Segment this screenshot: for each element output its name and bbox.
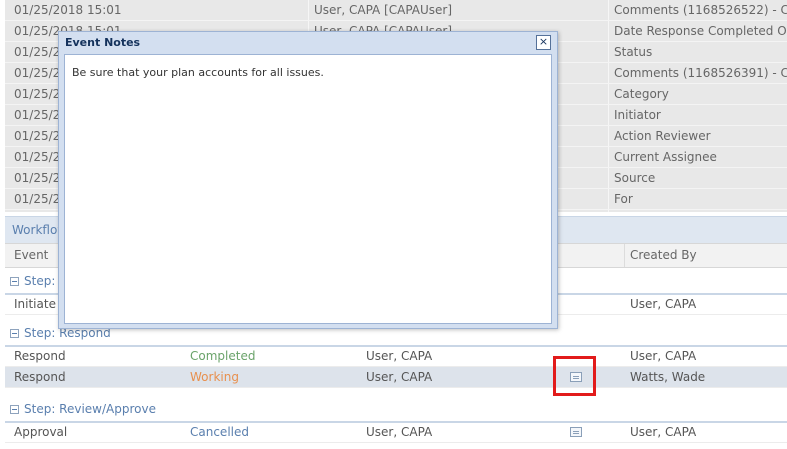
user-cell: User, CAPA (366, 370, 433, 384)
created-by-cell: User, CAPA (630, 349, 697, 363)
event-cell: Initiate (14, 297, 56, 311)
history-field: Action Reviewer (614, 129, 711, 143)
history-date: 01/25/2018 15:01 (14, 3, 122, 17)
history-field: Initiator (614, 108, 661, 122)
history-field: Category (614, 87, 669, 101)
history-field: Comments (1168526391) - Com (614, 66, 787, 80)
event-cell: Approval (14, 425, 68, 439)
header-event[interactable]: Event (14, 244, 48, 267)
history-field: For (614, 192, 633, 206)
history-row[interactable]: 01/25/2018 15:01 User, CAPA [CAPAUser] C… (5, 0, 787, 21)
table-row[interactable]: Respond Completed User, CAPA User, CAPA (5, 346, 787, 367)
event-notes-dialog[interactable]: Event Notes × Be sure that your plan acc… (58, 31, 558, 329)
history-field: Current Assignee (614, 150, 717, 164)
history-user: User, CAPA [CAPAUser] (314, 3, 453, 17)
close-icon[interactable]: × (536, 35, 551, 50)
header-separator (624, 244, 625, 267)
event-cell: Respond (14, 370, 66, 384)
event-cell: Respond (14, 349, 66, 363)
status-cell: Completed (190, 349, 256, 363)
dialog-title: Event Notes (65, 36, 141, 49)
history-field: Date Response Completed On (614, 24, 787, 38)
created-by-cell: User, CAPA (630, 297, 697, 311)
collapse-icon[interactable] (10, 405, 19, 414)
dialog-body: Be sure that your plan accounts for all … (64, 54, 552, 324)
highlight-box (553, 356, 596, 396)
user-cell: User, CAPA (366, 349, 433, 363)
notes-icon[interactable] (570, 427, 582, 437)
created-by-cell: Watts, Wade (630, 370, 706, 384)
note-text: Be sure that your plan accounts for all … (72, 66, 324, 79)
collapse-icon[interactable] (10, 329, 19, 338)
group-label: Step: Review/Approve (24, 402, 156, 416)
history-field: Comments (1168526522) - Com (614, 3, 787, 17)
table-row[interactable]: Respond Working User, CAPA Watts, Wade (5, 367, 787, 388)
created-by-cell: User, CAPA (630, 425, 697, 439)
collapse-icon[interactable] (10, 277, 19, 286)
header-created-by[interactable]: Created By (630, 244, 697, 267)
table-row[interactable]: Approval Cancelled User, CAPA User, CAPA (5, 422, 787, 443)
group-step-review-approve[interactable]: Step: Review/Approve (5, 397, 787, 421)
status-cell: Working (190, 370, 239, 384)
history-field: Source (614, 171, 656, 185)
user-cell: User, CAPA (366, 425, 433, 439)
history-field: Status (614, 45, 653, 59)
status-cell: Cancelled (190, 425, 249, 439)
